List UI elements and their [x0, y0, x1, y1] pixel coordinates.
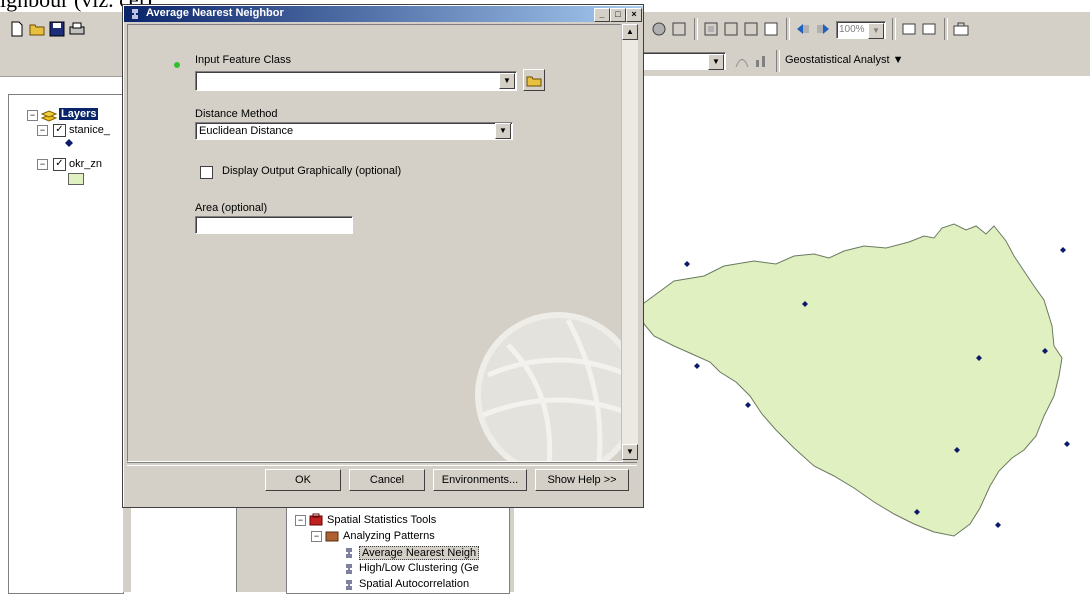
- collapse-toggle[interactable]: −: [37, 159, 48, 170]
- layer-label[interactable]: okr_zn: [69, 158, 102, 170]
- forward-extent-icon[interactable]: [814, 20, 832, 38]
- layer-select[interactable]: ▼: [634, 52, 726, 70]
- tree-item-analyzing-patterns[interactable]: Analyzing Patterns: [343, 530, 435, 542]
- station-point: [1060, 247, 1066, 253]
- data-view-icon[interactable]: [920, 20, 938, 38]
- dialog-title: Average Nearest Neighbor: [146, 7, 284, 19]
- area-input[interactable]: [195, 216, 353, 234]
- display-output-label: Display Output Graphically (optional): [222, 165, 402, 177]
- tree-item-average-nearest-neighbor[interactable]: Average Nearest Neigh: [359, 546, 480, 560]
- table-of-contents: − Layers − ✓ stanice_ − ✓ okr_zn: [8, 94, 124, 594]
- histogram-icon[interactable]: [753, 52, 771, 70]
- toolbar-separator: [776, 50, 780, 72]
- district-polygon: [639, 223, 1063, 537]
- identify-icon[interactable]: [650, 20, 668, 38]
- station-point: [694, 363, 700, 369]
- distance-method-label: Distance Method: [195, 108, 278, 120]
- fixed-zoom-out-icon[interactable]: [742, 20, 760, 38]
- toolbox-icon: [309, 513, 323, 526]
- toolbar-separator: [786, 18, 790, 40]
- average-nearest-neighbor-dialog: Average Nearest Neighbor _ □ × Input Fea…: [122, 4, 644, 508]
- zoom-level-value: 100%: [839, 24, 865, 35]
- layer-label[interactable]: stanice_: [69, 124, 110, 136]
- display-output-checkbox[interactable]: [200, 166, 213, 179]
- layout-toggle-icon[interactable]: [900, 20, 918, 38]
- tree-item-spatial-autocorrelation[interactable]: Spatial Autocorrelation: [359, 578, 469, 590]
- new-document-icon[interactable]: [8, 20, 26, 38]
- tree-item-spatial-statistics-tools[interactable]: Spatial Statistics Tools: [327, 514, 436, 526]
- toolbar-separator: [892, 18, 896, 40]
- zoom-level-select[interactable]: 100% ▼: [836, 21, 886, 39]
- layer-visibility-checkbox[interactable]: ✓: [53, 158, 66, 171]
- chevron-down-icon[interactable]: ▼: [708, 54, 724, 70]
- point-symbol-icon: [65, 139, 73, 147]
- area-label: Area (optional): [195, 202, 268, 214]
- layers-root-label[interactable]: Layers: [59, 108, 99, 120]
- find-icon[interactable]: [670, 20, 688, 38]
- fixed-zoom-in-icon[interactable]: [722, 20, 740, 38]
- close-button[interactable]: ×: [626, 8, 642, 22]
- collapse-toggle[interactable]: −: [37, 125, 48, 136]
- open-folder-icon[interactable]: [28, 20, 46, 38]
- globe-watermark-icon: [475, 312, 622, 461]
- georeference-icon[interactable]: [733, 52, 751, 70]
- tree-item-high-low-clustering[interactable]: High/Low Clustering (Ge: [359, 562, 479, 574]
- show-help-button[interactable]: Show Help >>: [535, 469, 629, 491]
- geostatistical-analyst-menu[interactable]: Geostatistical Analyst ▼: [785, 54, 904, 66]
- open-folder-icon: [526, 76, 542, 87]
- scroll-down-icon[interactable]: ▼: [622, 444, 638, 460]
- input-feature-class-label: Input Feature Class: [195, 54, 291, 66]
- dialog-title-bar[interactable]: Average Nearest Neighbor _ □ ×: [124, 6, 642, 22]
- dialog-footer-separator: [127, 462, 637, 466]
- ok-button[interactable]: OK: [265, 469, 341, 491]
- save-icon[interactable]: [48, 20, 66, 38]
- toolset-icon: [325, 531, 339, 542]
- distance-method-select[interactable]: Euclidean Distance ▼: [195, 122, 513, 140]
- back-extent-icon[interactable]: [794, 20, 812, 38]
- script-tool-icon: [132, 9, 138, 19]
- chevron-down-icon[interactable]: ▼: [499, 73, 515, 89]
- layers-icon: [41, 110, 57, 122]
- collapse-toggle[interactable]: −: [295, 515, 306, 526]
- environments-button[interactable]: Environments...: [433, 469, 527, 491]
- distance-method-value: Euclidean Distance: [199, 125, 294, 137]
- script-tool-icon: [346, 564, 352, 574]
- minimize-button[interactable]: _: [594, 8, 610, 22]
- input-feature-class-select[interactable]: ▼: [195, 71, 517, 91]
- chevron-down-icon[interactable]: ▼: [495, 123, 511, 139]
- station-point: [995, 522, 1001, 528]
- scroll-up-icon[interactable]: ▲: [622, 24, 638, 40]
- layer-visibility-checkbox[interactable]: ✓: [53, 124, 66, 137]
- cancel-button[interactable]: Cancel: [349, 469, 425, 491]
- station-point: [745, 402, 751, 408]
- required-parameter-icon: [174, 62, 180, 68]
- station-point: [1064, 441, 1070, 447]
- full-extent-icon[interactable]: [702, 20, 720, 38]
- polygon-symbol-swatch: [68, 173, 84, 185]
- maximize-button[interactable]: □: [610, 8, 626, 22]
- print-icon[interactable]: [68, 20, 86, 38]
- script-tool-icon: [346, 548, 352, 558]
- toolbar-separator: [694, 18, 698, 40]
- toolbar-separator: [944, 18, 948, 40]
- dialog-parameters-panel: Input Feature Class ▼ Distance Method Eu…: [127, 24, 623, 462]
- collapse-toggle[interactable]: −: [27, 110, 38, 121]
- toolbox-window-icon[interactable]: [952, 20, 970, 38]
- script-tool-icon: [346, 580, 352, 590]
- browse-button[interactable]: [523, 69, 545, 91]
- dialog-vertical-scrollbar[interactable]: ▲ ▼: [621, 24, 638, 460]
- station-point: [684, 261, 690, 267]
- chevron-down-icon[interactable]: ▼: [868, 23, 884, 39]
- zoom-whole-page-icon[interactable]: [762, 20, 780, 38]
- collapse-toggle[interactable]: −: [311, 531, 322, 542]
